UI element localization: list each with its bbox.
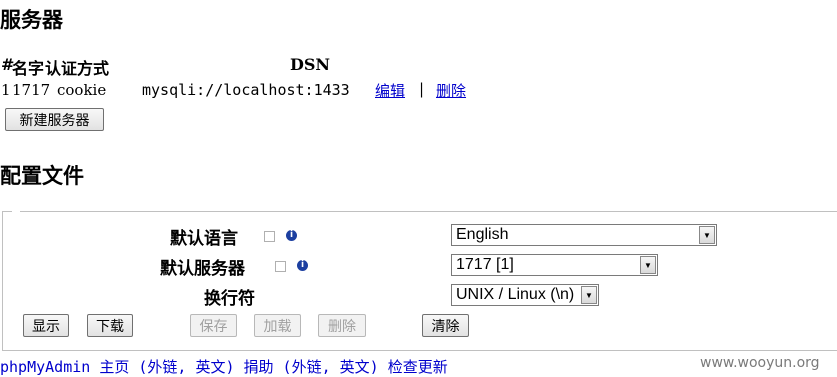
delete-server-link[interactable]: 删除 [436,80,466,101]
col-header-dsn: DSN [290,55,331,74]
eol-value: UNIX / Linux (\n) [456,286,575,303]
config-title: 配置文件 [0,163,84,188]
download-button[interactable]: 下载 [87,314,133,337]
default-language-label: 默认语言 [170,229,238,249]
chevron-down-icon: ▼ [640,256,656,274]
footer-links[interactable]: phpMyAdmin 主页 (外链, 英文) 捐助 (外链, 英文) 检查更新 [0,356,448,377]
watermark: www.wooyun.org [700,355,820,371]
clear-button[interactable]: 清除 [422,314,469,337]
save-button[interactable]: 保存 [190,314,237,337]
show-button[interactable]: 显示 [23,314,69,337]
eol-label: 换行符 [204,289,255,309]
default-server-checkbox[interactable] [275,261,286,272]
new-server-button[interactable]: 新建服务器 [5,108,104,131]
server-name: 1717 [12,81,51,99]
servers-title: 服务器 [0,7,63,32]
info-icon[interactable]: i [297,260,308,271]
chevron-down-icon: ▼ [581,286,597,304]
col-header-name: 名字 [12,59,45,78]
delete-button[interactable]: 删除 [318,314,366,337]
load-button[interactable]: 加载 [254,314,301,337]
default-language-checkbox[interactable] [264,231,275,242]
link-separator: | [419,80,425,98]
default-server-select[interactable]: 1717 [1] ▼ [451,254,658,276]
server-id: 1 [1,81,11,99]
info-icon[interactable]: i [286,230,297,241]
col-header-auth: 认证方式 [45,59,110,78]
eol-select[interactable]: UNIX / Linux (\n) ▼ [451,284,599,306]
server-dsn: mysqli://localhost:1433 [142,81,350,99]
default-server-label: 默认服务器 [160,259,245,279]
chevron-down-icon: ▼ [699,226,715,244]
server-auth: cookie [57,81,107,99]
default-language-select[interactable]: English ▼ [451,224,717,246]
edit-server-link[interactable]: 编辑 [375,80,405,101]
default-language-value: English [456,226,509,243]
default-server-value: 1717 [1] [456,256,514,273]
